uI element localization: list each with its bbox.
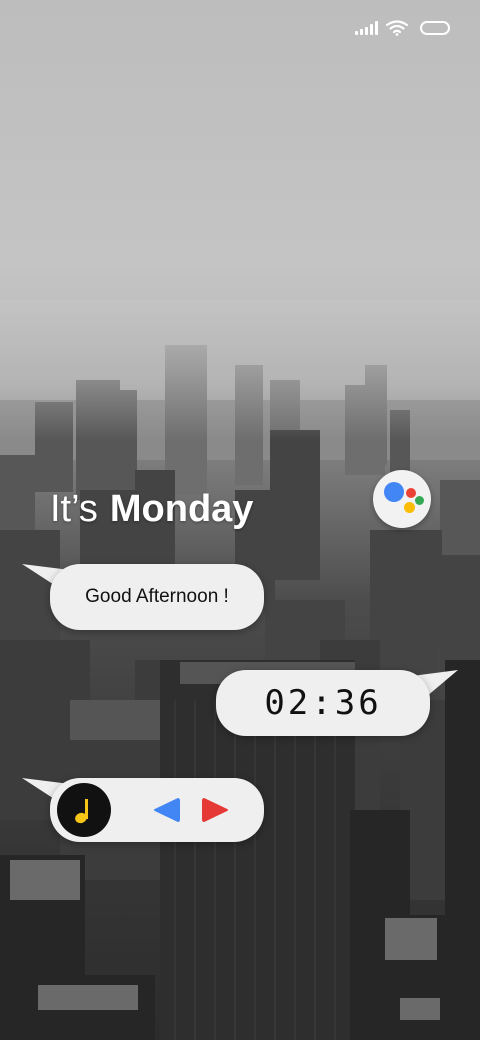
signal-icon (355, 21, 378, 35)
battery-icon (420, 21, 450, 35)
assistant-green-dot (415, 496, 424, 505)
previous-icon (154, 798, 180, 822)
google-assistant-icon[interactable] (373, 470, 431, 528)
lock-screen: It’s Monday Good Afternoon ! 02:36 (0, 0, 480, 1040)
greeting-text: Good Afternoon ! (85, 586, 229, 607)
assistant-blue-dot (384, 482, 404, 502)
day-heading: It’s Monday (50, 484, 253, 534)
next-button[interactable] (202, 796, 230, 824)
wifi-icon (386, 20, 408, 36)
next-icon (202, 798, 228, 822)
fog-overlay (0, 300, 480, 440)
music-control-bubble (50, 778, 264, 842)
music-note-button[interactable] (57, 783, 111, 837)
clock-time: 02:36 (264, 683, 382, 723)
greeting-bubble: Good Afternoon ! (50, 564, 264, 630)
heading-prefix: It’s (50, 488, 98, 530)
heading-day: Monday (109, 488, 254, 530)
music-note-icon (75, 799, 88, 824)
assistant-red-dot (406, 488, 416, 498)
clock-bubble: 02:36 (216, 670, 430, 736)
assistant-yellow-dot (404, 502, 415, 513)
status-bar (355, 14, 450, 42)
previous-button[interactable] (152, 796, 180, 824)
